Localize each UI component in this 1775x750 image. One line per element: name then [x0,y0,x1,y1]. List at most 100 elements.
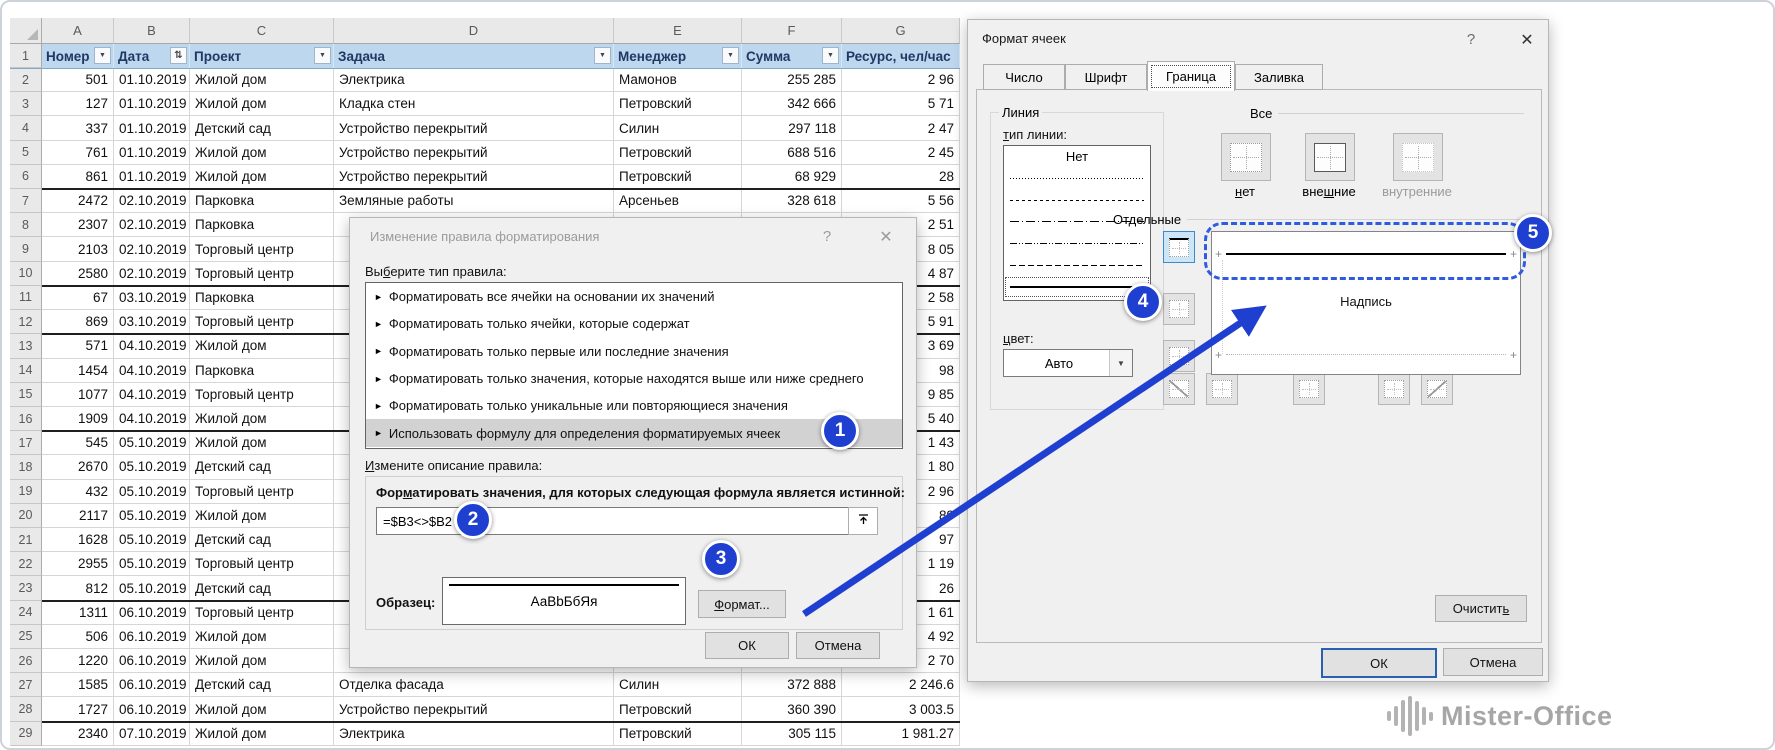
cell-B20[interactable]: 05.10.2019 [114,504,190,528]
line-style-none[interactable]: Нет [1004,146,1150,168]
rule-type-item-1[interactable]: ►Форматировать все ячейки на основании и… [366,283,902,310]
column-letter-F[interactable]: F [742,18,842,44]
ok-button[interactable]: ОК [705,632,789,659]
cell-D5[interactable]: Устройство перекрытий [334,141,614,165]
cell-C4[interactable]: Детский сад [190,116,334,140]
cell-F3[interactable]: 342 666 [742,92,842,116]
row-number-23[interactable]: 23 [10,576,42,600]
cell-G2[interactable]: 2 96 [842,68,960,92]
cancel-button[interactable]: Отмена [796,632,880,659]
cell-C12[interactable]: Торговый центр [190,310,334,334]
row-number-27[interactable]: 27 [10,673,42,697]
cell-A25[interactable]: 506 [42,625,114,649]
filter-button-E[interactable]: ▼ [722,47,739,64]
row-number-13[interactable]: 13 [10,334,42,358]
cell-B5[interactable]: 01.10.2019 [114,141,190,165]
column-letter-D[interactable]: D [334,18,614,44]
cell-C26[interactable]: Жилой дом [190,649,334,673]
filter-button-D[interactable]: ▼ [594,47,611,64]
border-toggle-diagonal-up[interactable] [1163,373,1195,405]
cell-F29[interactable]: 305 115 [742,722,842,746]
cell-B21[interactable]: 05.10.2019 [114,528,190,552]
cell-B9[interactable]: 02.10.2019 [114,237,190,261]
cell-B19[interactable]: 05.10.2019 [114,480,190,504]
cell-A4[interactable]: 337 [42,116,114,140]
cell-B29[interactable]: 07.10.2019 [114,722,190,746]
cell-C17[interactable]: Жилой дом [190,431,334,455]
cell-D6[interactable]: Устройство перекрытий [334,165,614,189]
row-number-3[interactable]: 3 [10,92,42,116]
cell-B2[interactable]: 01.10.2019 [114,68,190,92]
cell-A19[interactable]: 432 [42,480,114,504]
cell-B12[interactable]: 03.10.2019 [114,310,190,334]
row-number-1[interactable]: 1 [10,44,42,68]
rule-type-item-2[interactable]: ►Форматировать только ячейки, которые со… [366,310,902,337]
row-number-28[interactable]: 28 [10,697,42,721]
column-letter-G[interactable]: G [842,18,960,44]
cell-G5[interactable]: 2 45 [842,141,960,165]
cell-B13[interactable]: 04.10.2019 [114,334,190,358]
border-preset-none[interactable] [1221,133,1271,181]
cell-A24[interactable]: 1311 [42,601,114,625]
rule-type-item-3[interactable]: ►Форматировать только первые или последн… [366,338,902,365]
cell-C18[interactable]: Детский сад [190,455,334,479]
column-letter-E[interactable]: E [614,18,742,44]
line-style-dash-dot-dot[interactable] [1004,233,1150,255]
row-number-6[interactable]: 6 [10,165,42,189]
row-number-2[interactable]: 2 [10,68,42,92]
header-cell-D[interactable]: Задача▼ [334,44,614,68]
cell-D27[interactable]: Отделка фасада [334,673,614,697]
color-dropdown[interactable]: Авто ▼ [1003,349,1133,377]
cell-C14[interactable]: Парковка [190,359,334,383]
cell-F28[interactable]: 360 390 [742,697,842,721]
cell-D4[interactable]: Устройство перекрытий [334,116,614,140]
cell-A10[interactable]: 2580 [42,262,114,286]
row-number-14[interactable]: 14 [10,359,42,383]
row-number-16[interactable]: 16 [10,407,42,431]
header-cell-F[interactable]: Сумма▼ [742,44,842,68]
line-style-dashed-medium[interactable] [1004,254,1150,276]
cell-C25[interactable]: Жилой дом [190,625,334,649]
cell-C3[interactable]: Жилой дом [190,92,334,116]
filter-button-C[interactable]: ▼ [314,47,331,64]
border-toggle-left[interactable] [1206,373,1238,405]
cell-E3[interactable]: Петровский [614,92,742,116]
cell-B15[interactable]: 04.10.2019 [114,383,190,407]
cell-A20[interactable]: 2117 [42,504,114,528]
cell-A13[interactable]: 571 [42,334,114,358]
formula-input[interactable]: =$B3<>$B2 [376,507,860,535]
cell-B24[interactable]: 06.10.2019 [114,601,190,625]
cell-C10[interactable]: Торговый центр [190,262,334,286]
cancel-button[interactable]: Отмена [1443,648,1543,676]
collapse-dialog-button[interactable] [848,507,878,535]
tab-Граница[interactable]: Граница [1147,61,1235,91]
row-number-9[interactable]: 9 [10,237,42,261]
cell-G7[interactable]: 5 56 [842,189,960,213]
cell-F4[interactable]: 297 118 [742,116,842,140]
cell-A2[interactable]: 501 [42,68,114,92]
cell-A6[interactable]: 861 [42,165,114,189]
filter-button-B[interactable]: ⇅ [170,47,187,64]
cell-G29[interactable]: 1 981.27 [842,722,960,746]
row-number-15[interactable]: 15 [10,383,42,407]
row-number-24[interactable]: 24 [10,601,42,625]
cell-A7[interactable]: 2472 [42,189,114,213]
border-preset-inside[interactable] [1393,133,1443,181]
border-toggle-inner-vertical[interactable] [1293,373,1325,405]
cell-C8[interactable]: Парковка [190,213,334,237]
row-number-19[interactable]: 19 [10,480,42,504]
row-number-18[interactable]: 18 [10,455,42,479]
cell-C7[interactable]: Парковка [190,189,334,213]
tab-Число[interactable]: Число [983,64,1065,90]
row-number-26[interactable]: 26 [10,649,42,673]
border-toggle-inner-horizontal[interactable] [1163,293,1195,325]
cell-A5[interactable]: 761 [42,141,114,165]
row-number-7[interactable]: 7 [10,189,42,213]
cell-A28[interactable]: 1727 [42,697,114,721]
header-cell-B[interactable]: Дата⇅ [114,44,190,68]
cell-C5[interactable]: Жилой дом [190,141,334,165]
cell-C16[interactable]: Жилой дом [190,407,334,431]
cell-F5[interactable]: 688 516 [742,141,842,165]
row-number-10[interactable]: 10 [10,262,42,286]
cell-A3[interactable]: 127 [42,92,114,116]
